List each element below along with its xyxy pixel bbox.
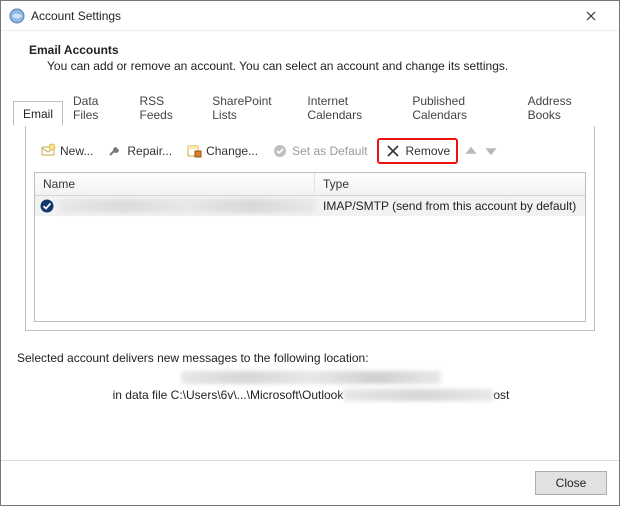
new-icon — [40, 143, 56, 159]
window-title: Account Settings — [31, 9, 121, 23]
details-intro: Selected account delivers new messages t… — [17, 351, 605, 365]
tab-address-books[interactable]: Address Books — [518, 88, 607, 126]
move-down-button — [484, 144, 498, 158]
move-up-button — [464, 144, 478, 158]
repair-button[interactable]: Repair... — [103, 141, 176, 161]
tab-sharepoint-lists[interactable]: SharePoint Lists — [202, 88, 297, 126]
close-icon — [586, 11, 596, 21]
column-type[interactable]: Type — [315, 173, 585, 195]
remove-icon — [385, 143, 401, 159]
tab-published-calendars[interactable]: Published Calendars — [402, 88, 517, 126]
titlebar: Account Settings — [1, 1, 619, 31]
header-title: Email Accounts — [29, 43, 599, 57]
details-path-prefix: in data file C:\Users\6v\...\Microsoft\O… — [113, 388, 344, 402]
set-default-button: Set as Default — [268, 141, 371, 161]
header-block: Email Accounts You can add or remove an … — [1, 31, 619, 87]
change-label: Change... — [206, 144, 258, 158]
tab-email[interactable]: Email — [13, 101, 63, 126]
app-icon — [9, 8, 25, 24]
details-account-redacted — [181, 371, 441, 384]
change-icon — [186, 143, 202, 159]
remove-button[interactable]: Remove — [377, 138, 458, 164]
list-header: Name Type — [35, 173, 585, 196]
change-button[interactable]: Change... — [182, 141, 262, 161]
tab-rss-feeds[interactable]: RSS Feeds — [129, 88, 202, 126]
arrow-up-icon — [464, 144, 478, 158]
repair-icon — [107, 143, 123, 159]
column-name[interactable]: Name — [35, 173, 315, 195]
tab-body: New... Repair... Change... — [25, 126, 595, 331]
details-path: in data file C:\Users\6v\...\Microsoft\O… — [17, 388, 605, 402]
account-settings-window: Account Settings Email Accounts You can … — [0, 0, 620, 506]
repair-label: Repair... — [127, 144, 172, 158]
details-path-redacted — [343, 389, 493, 401]
account-type: IMAP/SMTP (send from this account by def… — [315, 199, 585, 213]
tab-data-files[interactable]: Data Files — [63, 88, 129, 126]
details-path-suffix: ost — [493, 388, 509, 402]
arrow-down-icon — [484, 144, 498, 158]
list-row[interactable]: IMAP/SMTP (send from this account by def… — [35, 196, 585, 216]
set-default-label: Set as Default — [292, 144, 367, 158]
close-button[interactable]: Close — [535, 471, 607, 495]
bottom-bar: Close — [1, 460, 619, 505]
details-block: Selected account delivers new messages t… — [1, 341, 619, 408]
account-name-redacted — [59, 199, 315, 213]
default-account-icon — [39, 198, 55, 214]
new-button[interactable]: New... — [36, 141, 97, 161]
header-subtitle: You can add or remove an account. You ca… — [29, 57, 599, 73]
toolbar: New... Repair... Change... — [34, 136, 586, 172]
window-close-button[interactable] — [571, 2, 611, 30]
tab-internet-calendars[interactable]: Internet Calendars — [297, 88, 402, 126]
accounts-list[interactable]: Name Type IMAP/SMTP (send from this acco… — [34, 172, 586, 322]
remove-label: Remove — [405, 144, 450, 158]
new-label: New... — [60, 144, 93, 158]
check-circle-icon — [272, 143, 288, 159]
tab-strip: Email Data Files RSS Feeds SharePoint Li… — [13, 87, 607, 126]
